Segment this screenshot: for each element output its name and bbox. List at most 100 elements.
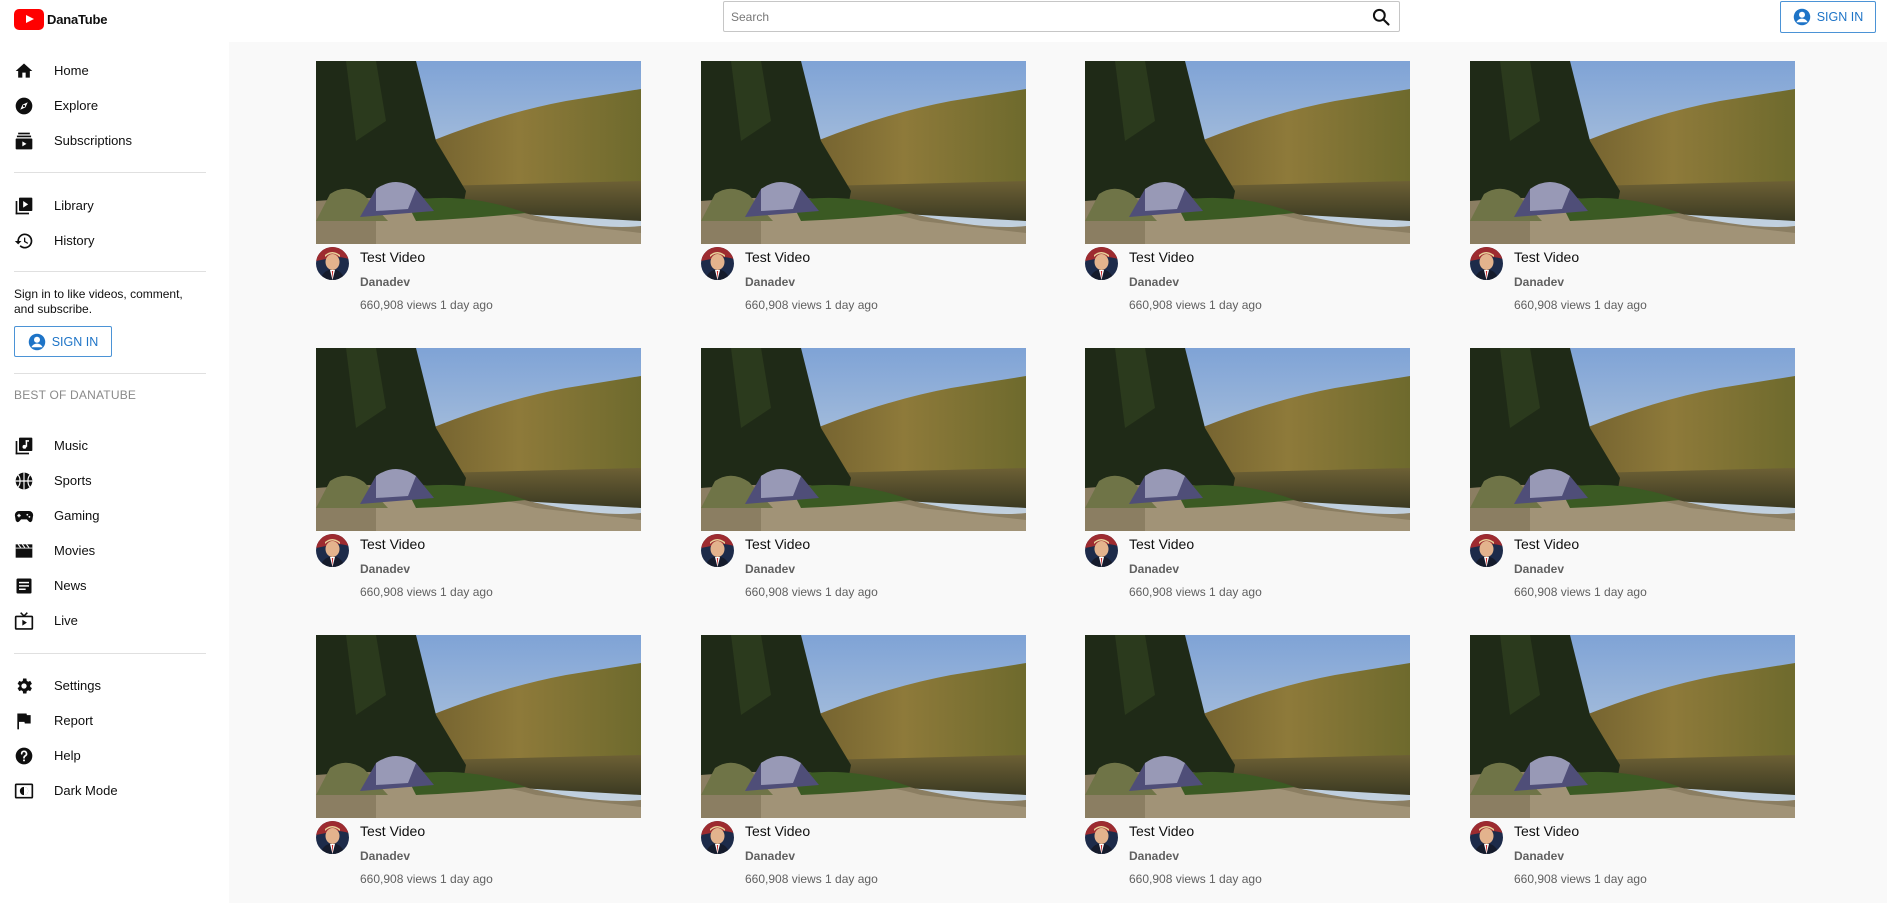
avatar[interactable] (701, 821, 734, 854)
sidebar-item-report[interactable]: Report (0, 703, 229, 737)
video-thumbnail[interactable] (1470, 61, 1795, 244)
sidebar-item-home[interactable]: Home (0, 53, 229, 87)
sign-in-button[interactable]: SIGN IN (1780, 1, 1876, 33)
sidebar-item-movies[interactable]: Movies (0, 533, 229, 567)
video-meta: 660,908 views 1 day ago (360, 585, 493, 599)
video-thumbnail[interactable] (701, 635, 1026, 818)
sidebar-item-help[interactable]: Help (0, 738, 229, 772)
video-title[interactable]: Test Video (1514, 536, 1579, 552)
video-title[interactable]: Test Video (745, 536, 810, 552)
video-title[interactable]: Test Video (1129, 536, 1194, 552)
sidebar-item-label: Explore (54, 97, 99, 113)
avatar[interactable] (1085, 534, 1118, 567)
video-card[interactable]: Test Video Danadev 660,908 views 1 day ago (1085, 348, 1410, 608)
avatar[interactable] (701, 534, 734, 567)
video-card[interactable]: Test Video Danadev 660,908 views 1 day ago (316, 61, 641, 321)
video-title[interactable]: Test Video (745, 823, 810, 839)
video-thumbnail[interactable] (701, 61, 1026, 244)
video-meta: 660,908 views 1 day ago (1129, 298, 1262, 312)
channel-name[interactable]: Danadev (1129, 849, 1179, 863)
video-thumbnail[interactable] (701, 348, 1026, 531)
logo[interactable]: DanaTube (14, 9, 107, 30)
sidebar-item-history[interactable]: History (0, 223, 229, 257)
sidebar-item-label: Live (54, 612, 78, 628)
video-thumbnail[interactable] (1470, 348, 1795, 531)
search-icon[interactable] (1371, 7, 1391, 27)
video-title[interactable]: Test Video (1514, 823, 1579, 839)
sidebar-item-dark-mode[interactable]: Dark Mode (0, 773, 229, 807)
video-card[interactable]: Test Video Danadev 660,908 views 1 day ago (316, 635, 641, 895)
sidebar-item-label: Help (54, 747, 81, 763)
channel-name[interactable]: Danadev (1514, 275, 1564, 289)
channel-name[interactable]: Danadev (745, 275, 795, 289)
avatar[interactable] (1470, 821, 1503, 854)
video-card[interactable]: Test Video Danadev 660,908 views 1 day ago (701, 61, 1026, 321)
sidebar-divider (14, 653, 206, 654)
avatar[interactable] (1470, 534, 1503, 567)
avatar[interactable] (1470, 247, 1503, 280)
video-thumbnail[interactable] (316, 348, 641, 531)
channel-name[interactable]: Danadev (360, 275, 410, 289)
video-thumbnail[interactable] (1085, 61, 1410, 244)
compass-icon (15, 97, 33, 115)
video-thumbnail[interactable] (316, 635, 641, 818)
video-card[interactable]: Test Video Danadev 660,908 views 1 day ago (701, 635, 1026, 895)
video-thumbnail[interactable] (1470, 635, 1795, 818)
video-title[interactable]: Test Video (1514, 249, 1579, 265)
video-thumbnail[interactable] (316, 61, 641, 244)
video-card[interactable]: Test Video Danadev 660,908 views 1 day ago (1470, 61, 1795, 321)
sidebar-item-label: Movies (54, 542, 96, 558)
channel-name[interactable]: Danadev (745, 562, 795, 576)
search-input[interactable] (724, 2, 1354, 31)
channel-name[interactable]: Danadev (745, 849, 795, 863)
sidebar-item-news[interactable]: News (0, 568, 229, 602)
sidebar-divider (14, 172, 206, 173)
video-title[interactable]: Test Video (360, 536, 425, 552)
video-card[interactable]: Test Video Danadev 660,908 views 1 day ago (1470, 635, 1795, 895)
sidebar-item-music[interactable]: Music (0, 428, 229, 462)
channel-name[interactable]: Danadev (1514, 849, 1564, 863)
video-thumbnail[interactable] (1085, 635, 1410, 818)
sidebar-item-gaming[interactable]: Gaming (0, 498, 229, 532)
video-title[interactable]: Test Video (360, 249, 425, 265)
video-thumbnail[interactable] (1085, 348, 1410, 531)
sidebar-item-label: Settings (54, 677, 101, 693)
channel-name[interactable]: Danadev (1129, 275, 1179, 289)
dark-mode-icon (14, 783, 34, 799)
video-title[interactable]: Test Video (360, 823, 425, 839)
sidebar-item-explore[interactable]: Explore (0, 88, 229, 122)
section-title: BEST OF DANATUBE (14, 388, 137, 402)
sidebar-sign-in-button[interactable]: SIGN IN (14, 326, 112, 357)
sidebar-item-live[interactable]: Live (0, 603, 229, 637)
avatar[interactable] (1085, 821, 1118, 854)
channel-name[interactable]: Danadev (1129, 562, 1179, 576)
video-card[interactable]: Test Video Danadev 660,908 views 1 day ago (1470, 348, 1795, 608)
sidebar-item-library[interactable]: Library (0, 188, 229, 222)
home-icon (15, 63, 33, 78)
avatar[interactable] (316, 247, 349, 280)
video-card[interactable]: Test Video Danadev 660,908 views 1 day ago (316, 348, 641, 608)
sidebar-item-subscriptions[interactable]: Subscriptions (0, 123, 229, 157)
avatar[interactable] (701, 247, 734, 280)
news-icon (16, 578, 32, 594)
channel-name[interactable]: Danadev (360, 562, 410, 576)
video-card[interactable]: Test Video Danadev 660,908 views 1 day ago (1085, 61, 1410, 321)
video-card[interactable]: Test Video Danadev 660,908 views 1 day ago (1085, 635, 1410, 895)
sidebar-item-settings[interactable]: Settings (0, 668, 229, 702)
gaming-icon (14, 511, 34, 523)
channel-name[interactable]: Danadev (1514, 562, 1564, 576)
avatar[interactable] (1085, 247, 1118, 280)
video-card[interactable]: Test Video Danadev 660,908 views 1 day ago (701, 348, 1026, 608)
video-title[interactable]: Test Video (1129, 823, 1194, 839)
avatar[interactable] (316, 534, 349, 567)
top-bar: DanaTube SIGN IN (0, 0, 1887, 42)
video-title[interactable]: Test Video (745, 249, 810, 265)
avatar[interactable] (316, 821, 349, 854)
account-icon (1793, 8, 1810, 26)
sidebar-item-label: Home (54, 62, 89, 78)
channel-name[interactable]: Danadev (360, 849, 410, 863)
sidebar-item-sports[interactable]: Sports (0, 463, 229, 497)
video-title[interactable]: Test Video (1129, 249, 1194, 265)
play-logo-icon (14, 9, 44, 30)
live-icon (14, 612, 34, 630)
